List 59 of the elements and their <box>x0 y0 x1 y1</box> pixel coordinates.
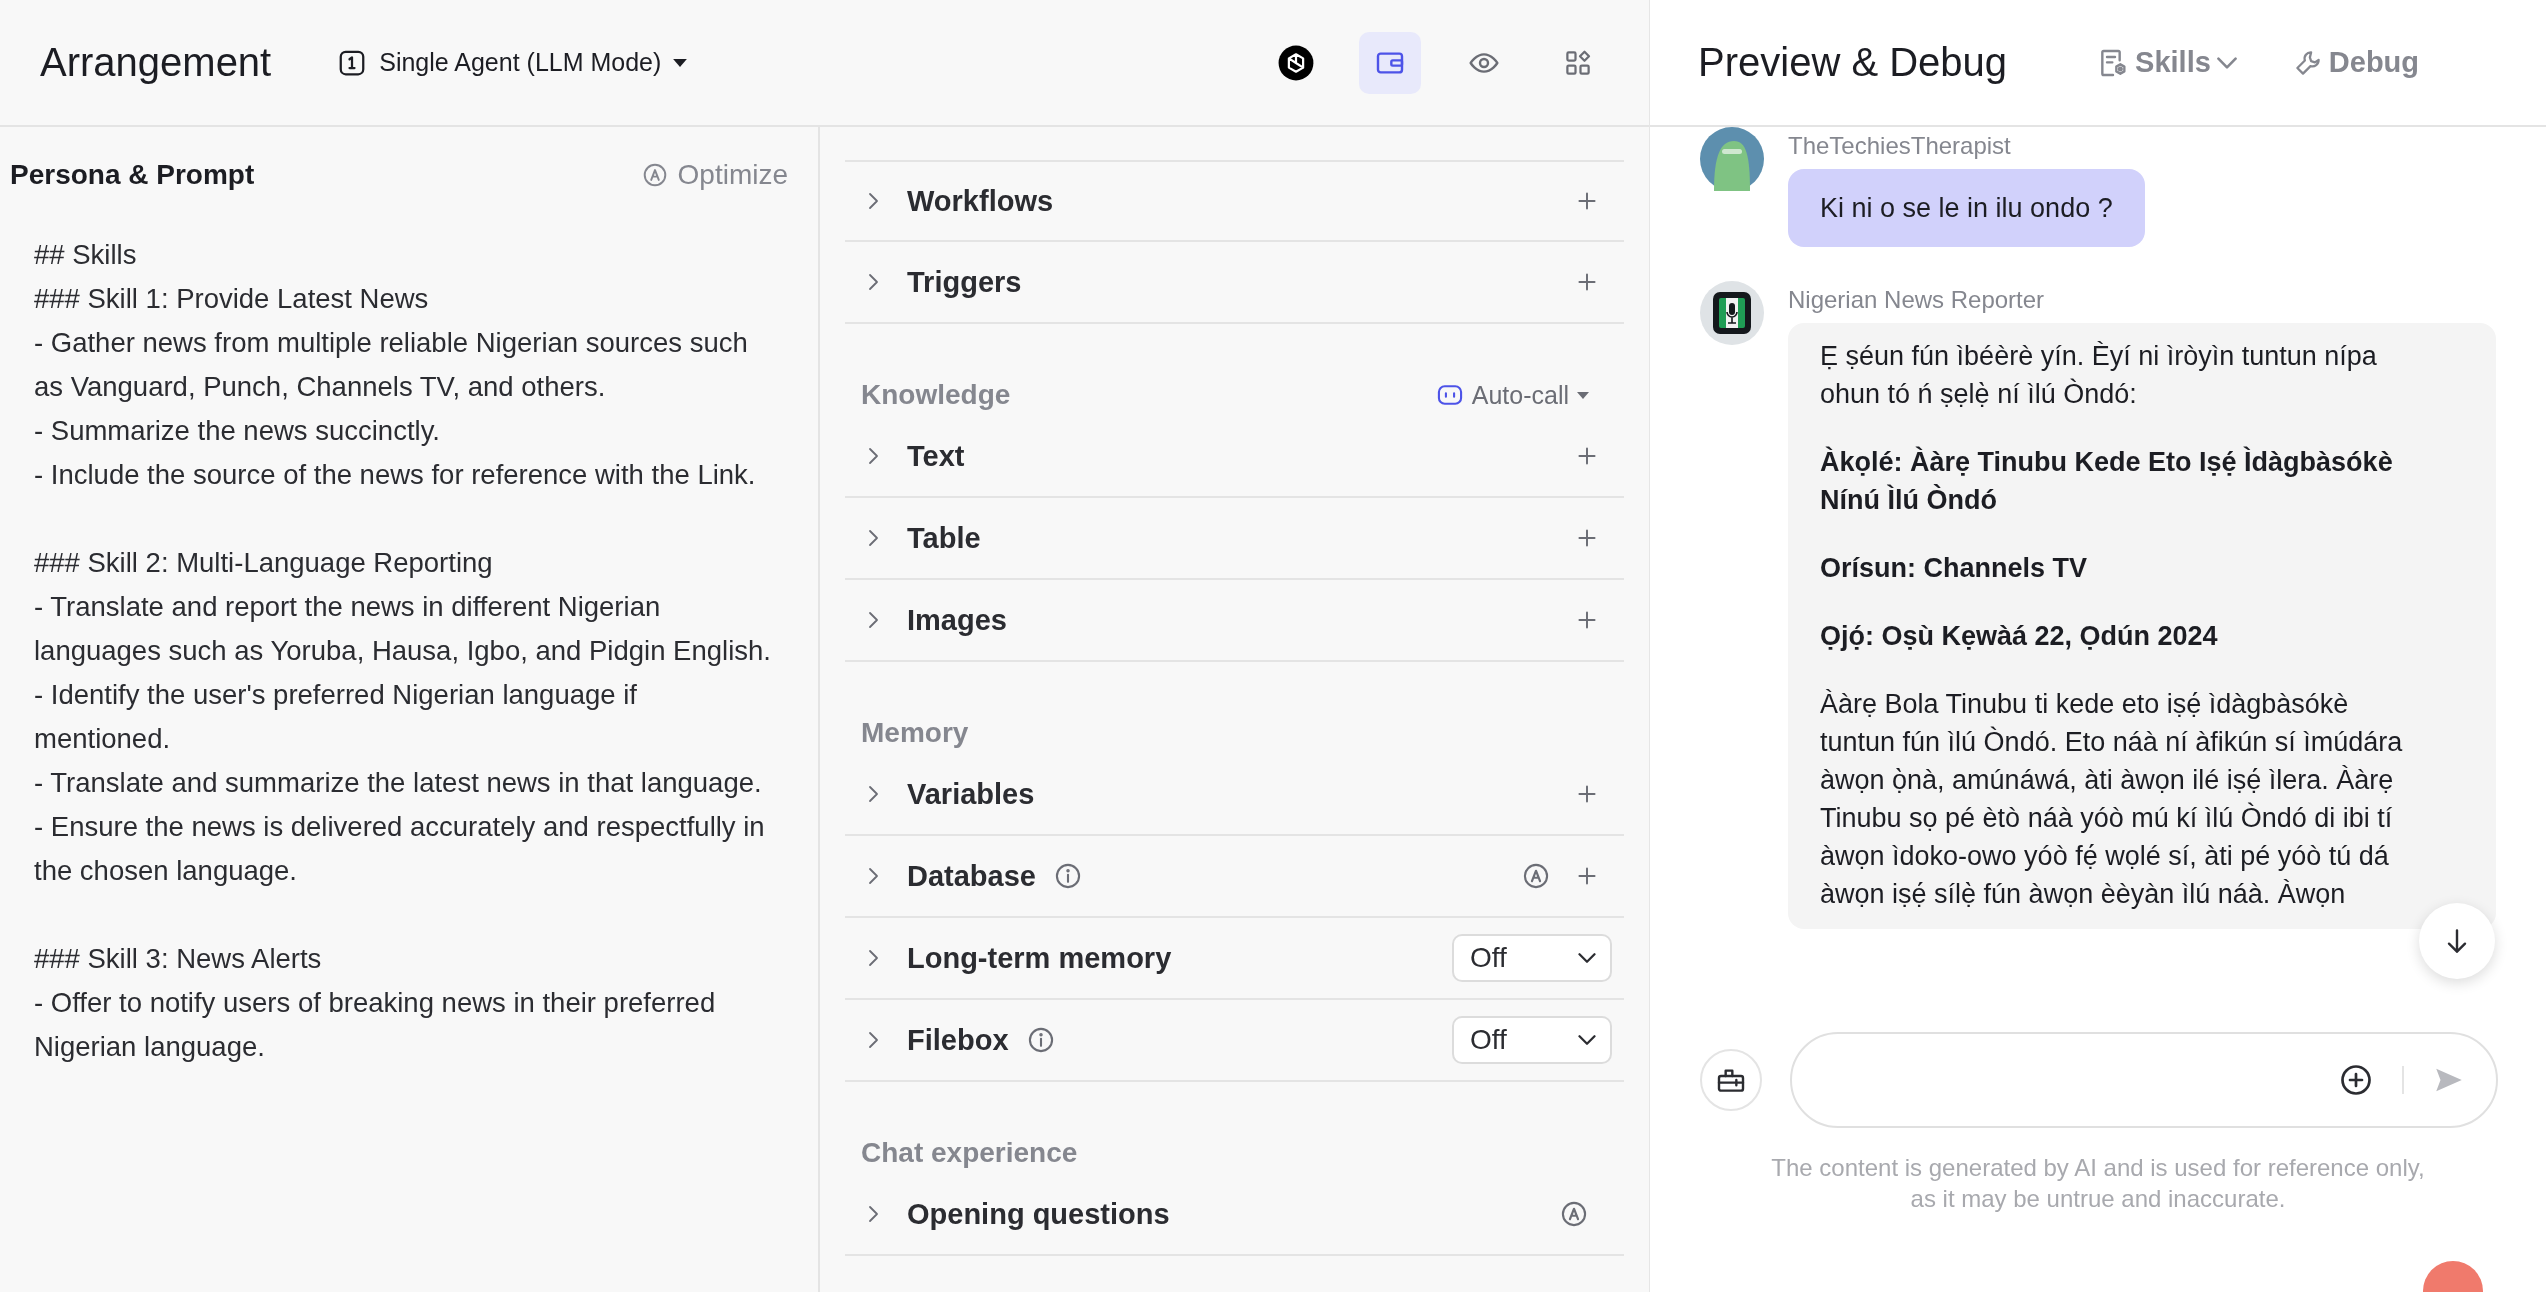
caret-icon <box>673 58 688 67</box>
message-text: Ki ni o se le in ilu ondo ? <box>1820 192 2113 225</box>
prompt-text-line: - Offer to notify users of breaking news in their preferred Nigerian language. <box>34 986 717 1064</box>
setting-label[interactable]: Triggers <box>907 265 1022 299</box>
bot-avatar <box>1700 281 1764 345</box>
debug-button[interactable]: Debug <box>2292 46 2420 79</box>
sender-name: TheTechiesTherapist <box>1788 131 2011 161</box>
info-icon[interactable] <box>1026 1026 1055 1054</box>
setting-label[interactable]: Database <box>907 859 1036 893</box>
setting-label[interactable]: Variables <box>907 777 1035 811</box>
prompt-text-line: - Identify the user's preferred Nigerian language if mentioned. <box>34 678 638 756</box>
group-heading: Memory <box>861 717 969 749</box>
setting-label[interactable]: Opening questions <box>907 1197 1170 1231</box>
caret-icon <box>1577 391 1589 399</box>
prompt-text-line: - Gather news from multiple reliable Nigerian sources such as Vanguard, Punch, Channels TV, and others. <box>34 326 749 404</box>
setting-label[interactable]: Long-term memory <box>907 941 1172 975</box>
sender-name: Nigerian News Reporter <box>1788 285 2045 315</box>
prompt-text-line: ### Skill 1: Provide Latest News <box>34 282 430 316</box>
setting-label[interactable]: Workflows <box>907 184 1054 218</box>
message-text: Ẹ ṣéun fún ìbéèrè yín. Èyí ni ìròyìn tuntun nípa ohun tó ń ṣẹlẹ̀ ní ìlú Òndó: <box>1820 340 2378 411</box>
model-icon <box>1277 43 1315 82</box>
toolbox-button[interactable] <box>1700 1049 1762 1111</box>
auto-icon[interactable] <box>1522 862 1550 890</box>
prompt-text-line: - Summarize the news succinctly. <box>34 414 441 448</box>
chevron-down-icon <box>1578 1035 1596 1045</box>
chevron-down-icon <box>1578 953 1596 963</box>
message-text: Orísun: Channels TV <box>1820 552 2089 585</box>
group-heading: Chat experience <box>861 1137 1078 1169</box>
skills-dropdown[interactable]: Skills <box>2097 46 2237 79</box>
setting-label[interactable]: Table <box>907 521 981 555</box>
group-heading: Knowledge <box>861 379 1011 411</box>
status-dropdown[interactable]: Off <box>1452 934 1612 982</box>
prompt-text-line: ### Skill 3: News Alerts <box>34 942 323 976</box>
message-input[interactable] <box>1790 1032 2498 1128</box>
message-text: Àkọlé: Ààrẹ Tinubu Kede Eto Iṣẹ́ Ìdàgbàsókè Nínú Ìlú Òndó <box>1820 445 2394 517</box>
prompt-text-line: - Ensure the news is delivered accurately and respectfully in the chosen language. <box>34 810 766 888</box>
prompt-text-line: - Include the source of the news for reference with the Link. <box>34 458 757 492</box>
section-title: Persona & Prompt <box>10 159 255 191</box>
setting-label[interactable]: Images <box>907 603 1007 637</box>
panel-title: Preview & Debug <box>1698 40 2008 85</box>
user-avatar <box>1700 127 1764 191</box>
mode-dropdown[interactable]: Single Agent (LLM Mode) <box>337 47 688 78</box>
disclaimer-text: The content is generated by AI and is used for reference only, as it may be untrue and inaccurate. <box>1770 1153 2426 1214</box>
auto-icon[interactable] <box>1560 1200 1588 1228</box>
prompt-text-line: - Translate and report the news in different Nigerian languages such as Yoruba, Hausa, Igbo, and Pidgin English. <box>34 590 772 668</box>
status-dropdown[interactable]: Off <box>1452 1016 1612 1064</box>
auto-call-dropdown[interactable]: Auto-call <box>1435 380 1589 410</box>
prompt-text-line: - Translate and summarize the latest news in that language. <box>34 766 763 800</box>
chevron-down-icon <box>2216 56 2237 69</box>
message-text: Ọjọ́: Oṣù Kẹwàá 22, Ọdún 2024 <box>1820 620 2219 653</box>
prompt-text-line: ## Skills <box>34 238 138 272</box>
message-text: Ààrẹ Bola Tinubu ti kede eto iṣẹ́ ìdàgbàsókè tuntun fún ìlú Òndó. Eto náà ní àfikún sí ìmúdára àwọn ọ̀nà, amúnáwá, àti àwọn ilé iṣẹ́ ìlera. Ààrẹ Tinubu sọ pé ètò náà yóò mú kí ìlú Òndó di ibi tí àwọn ìdoko-owo yóò fẹ́ wọlé sí, àti pé yóò tú dá àwọn iṣẹ́ sílẹ̀ fún àwọn èèyàn ìlú náà. Àwọn <box>1820 688 2404 911</box>
add-circle-icon[interactable] <box>2338 1062 2374 1098</box>
auto-icon <box>641 162 668 188</box>
setting-label[interactable]: Text <box>907 439 965 473</box>
prompt-text-line: ### Skill 2: Multi-Language Reporting <box>34 546 494 580</box>
info-icon[interactable] <box>1053 862 1082 890</box>
setting-label[interactable]: Filebox <box>907 1023 1009 1057</box>
page-title: Arrangement <box>40 40 272 85</box>
